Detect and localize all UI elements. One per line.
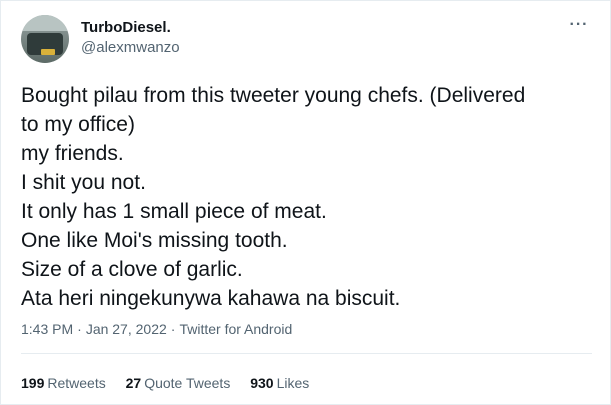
likes-stat[interactable]: 930 Likes <box>250 375 309 391</box>
tweet-text: Bought pilau from this tweeter young che… <box>21 81 596 313</box>
tweet-stats: 199 Retweets 27 Quote Tweets 930 Likes <box>21 375 325 391</box>
avatar-plate <box>41 49 55 55</box>
author-avatar[interactable] <box>21 15 69 63</box>
tweet-line: It only has 1 small piece of meat. <box>21 200 327 223</box>
retweets-label: Retweets <box>47 375 106 391</box>
likes-count: 930 <box>250 375 274 391</box>
retweets-stat[interactable]: 199 Retweets <box>21 375 106 391</box>
tweet-line: Ata heri ningekunywa kahawa na biscuit. <box>21 287 401 310</box>
retweets-count: 199 <box>21 375 45 391</box>
tweet-time[interactable]: 1:43 PM <box>21 321 73 337</box>
tweet-card: TurboDiesel. @alexmwanzo ··· Bought pila… <box>0 0 611 405</box>
likes-label: Likes <box>276 375 310 391</box>
quote-tweets-count: 27 <box>125 375 142 391</box>
tweet-source[interactable]: Twitter for Android <box>179 321 292 337</box>
tweet-line: Size of a clove of garlic. <box>21 258 243 281</box>
tweet-line: I shit you not. <box>21 171 146 194</box>
tweet-line: to my office) <box>21 113 135 136</box>
quote-tweets-stat[interactable]: 27 Quote Tweets <box>126 375 231 391</box>
tweet-line: Bought pilau from this tweeter young che… <box>21 84 526 107</box>
tweet-line: my friends. <box>21 142 124 165</box>
author-handle[interactable]: @alexmwanzo <box>81 39 180 56</box>
tweet-date[interactable]: Jan 27, 2022 <box>86 321 167 337</box>
author-display-name[interactable]: TurboDiesel. <box>81 19 171 36</box>
avatar-background <box>21 15 69 31</box>
tweet-meta: 1:43 PM · Jan 27, 2022 · Twitter for Android <box>21 321 292 337</box>
meta-separator: · <box>170 321 176 337</box>
quote-tweets-label: Quote Tweets <box>144 375 231 391</box>
more-horizontal-icon[interactable]: ··· <box>567 17 591 37</box>
meta-separator: · <box>77 321 82 337</box>
stats-divider <box>21 353 592 354</box>
tweet-line: One like Moi's missing tooth. <box>21 229 288 252</box>
